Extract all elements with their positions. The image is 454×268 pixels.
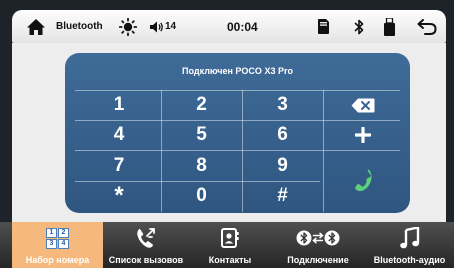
dialpad-icon-digit: 4 xyxy=(58,238,69,249)
tab-label: Набор номера xyxy=(25,255,90,265)
backspace-icon xyxy=(351,98,375,112)
back-icon[interactable] xyxy=(417,10,437,43)
usb-icon xyxy=(384,10,395,43)
dialpad-icon-digit: 1 xyxy=(46,227,57,238)
tab-label: Список вызовов xyxy=(108,255,184,265)
key-8[interactable]: 8 xyxy=(161,150,242,181)
key-6[interactable]: 6 xyxy=(242,120,323,150)
bluetooth-connect-icon xyxy=(271,226,365,250)
music-note-icon xyxy=(365,226,454,250)
key-3[interactable]: 3 xyxy=(242,90,323,120)
connected-device-label: Подключен POCO X3 Pro xyxy=(182,66,293,76)
key-9[interactable]: 9 xyxy=(242,150,323,181)
dialpad-icon-digit: 2 xyxy=(58,227,69,238)
key-0[interactable]: 0 xyxy=(161,181,242,211)
key-5[interactable]: 5 xyxy=(161,120,242,150)
brightness-icon[interactable] xyxy=(119,10,137,43)
sd-card-icon xyxy=(318,10,329,43)
tab-dialpad[interactable]: 1 2 3 4 Набор номера xyxy=(12,222,103,268)
dialpad-icon-digit: 3 xyxy=(46,238,57,249)
plus-icon xyxy=(355,127,371,143)
tab-contacts[interactable]: Контакты xyxy=(189,222,271,268)
dialpad-icon: 1 2 3 4 xyxy=(12,226,103,250)
tab-bluetooth-audio[interactable]: Bluetooth-аудио xyxy=(365,222,454,268)
home-icon[interactable] xyxy=(26,10,46,43)
tab-connection[interactable]: Подключение xyxy=(271,222,365,268)
tab-label: Подключение xyxy=(287,255,349,265)
bluetooth-icon xyxy=(354,10,364,43)
status-bar: Bluetooth 14 00:04 xyxy=(12,10,446,43)
dialer-area: Подключен POCO X3 Pro 1 2 3 4 5 6 7 8 9 … xyxy=(12,43,446,222)
dial-pad: Подключен POCO X3 Pro 1 2 3 4 5 6 7 8 9 … xyxy=(65,53,410,213)
volume-indicator[interactable]: 14 xyxy=(150,10,176,43)
key-hash[interactable]: # xyxy=(242,181,323,211)
tab-label: Контакты xyxy=(208,255,252,265)
call-log-icon xyxy=(103,226,189,250)
key-2[interactable]: 2 xyxy=(161,90,242,120)
key-1[interactable]: 1 xyxy=(77,90,161,120)
volume-icon xyxy=(150,21,163,32)
bluetooth-label: Bluetooth xyxy=(56,21,103,32)
key-4[interactable]: 4 xyxy=(77,120,161,150)
clock: 00:04 xyxy=(227,19,258,34)
key-7[interactable]: 7 xyxy=(77,150,161,181)
backspace-button[interactable] xyxy=(323,90,403,120)
plus-button[interactable] xyxy=(323,120,403,150)
tab-call-log[interactable]: Список вызовов xyxy=(103,222,189,268)
volume-level: 14 xyxy=(165,21,177,32)
phone-icon xyxy=(355,169,372,191)
key-star[interactable]: * xyxy=(77,181,161,211)
call-button[interactable] xyxy=(323,150,403,211)
tab-label: Bluetooth-аудио xyxy=(373,255,446,265)
bluetooth-phone-screen: Bluetooth 14 00:04 Подключен POCO X3 Pro… xyxy=(0,0,454,268)
contacts-icon xyxy=(189,226,271,250)
bottom-tab-bar: 1 2 3 4 Набор номера Список вызовов Конт… xyxy=(0,222,454,268)
